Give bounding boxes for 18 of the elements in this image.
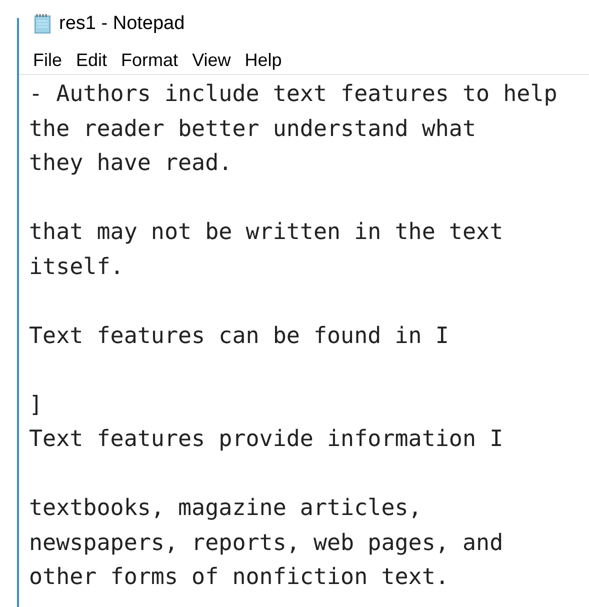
text-line: the reader better understand what	[29, 114, 476, 144]
menu-item[interactable]: Edit	[76, 46, 108, 74]
menu-item[interactable]: Format	[121, 46, 178, 74]
text-line: that may not be written in the text	[29, 218, 504, 247]
text-line: Text features can be found in I	[29, 322, 449, 350]
text-line: textbooks, magazine articles,	[29, 494, 422, 523]
text-line: newspapers, reports, web pages, and	[29, 528, 504, 558]
window-title: res1 - Notepad	[59, 12, 185, 36]
notepad-icon	[33, 13, 53, 35]
text-line: other forms of nonfiction text.	[29, 563, 449, 592]
text-line: they have read.	[29, 149, 232, 178]
menu-item[interactable]: File	[33, 46, 62, 74]
text-line: Text features provide information I	[29, 425, 504, 454]
menu-item[interactable]: Help	[244, 46, 282, 74]
text-line: - Authors include text features to help	[29, 80, 558, 109]
text-line: itself.	[29, 252, 124, 282]
text-line: ]	[29, 390, 43, 420]
menu-item[interactable]: View	[192, 46, 231, 74]
